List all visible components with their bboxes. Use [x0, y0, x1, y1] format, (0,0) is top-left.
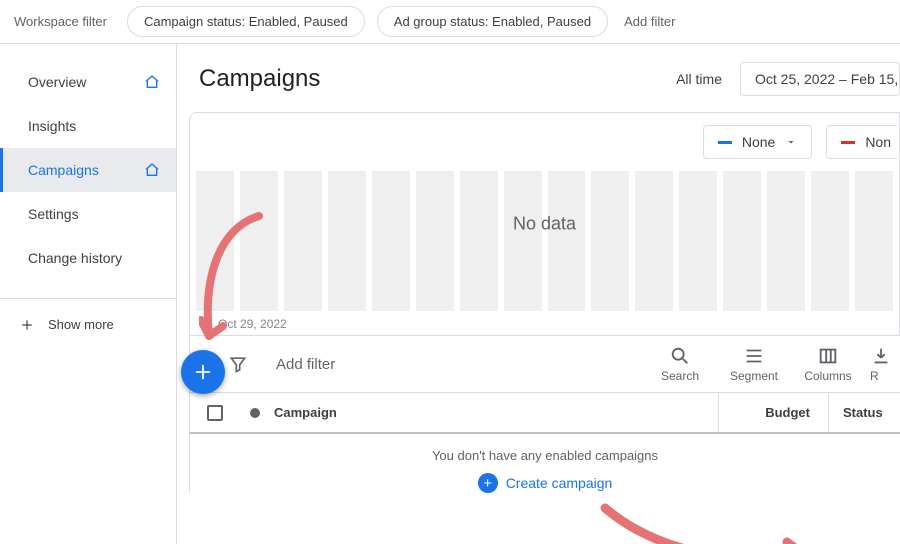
- create-campaign-label: Create campaign: [506, 475, 613, 491]
- toolbar-label: Columns: [804, 369, 851, 383]
- annotation-arrow-2: [597, 500, 827, 544]
- series-selector-2[interactable]: Non: [826, 125, 897, 159]
- main-area: Campaigns All time Oct 25, 2022 – Feb 15…: [177, 44, 900, 544]
- plus-icon: [20, 318, 34, 332]
- workspace-filter-bar: Workspace filter Campaign status: Enable…: [0, 0, 900, 44]
- series-selector-1[interactable]: None: [703, 125, 812, 159]
- create-campaign-link[interactable]: + Create campaign: [190, 473, 900, 493]
- plus-circle-icon: +: [478, 473, 498, 493]
- chart-card: None Non No data Oct 29, 2022: [189, 112, 900, 336]
- sidebar-show-more[interactable]: Show more: [0, 307, 176, 342]
- sidebar-item-overview[interactable]: Overview: [0, 60, 176, 104]
- sidebar: Overview Insights Campaigns Settings Cha…: [0, 44, 177, 544]
- toolbar-search[interactable]: Search: [648, 345, 712, 383]
- col-status[interactable]: Status: [828, 393, 900, 432]
- columns-icon: [817, 345, 839, 367]
- sidebar-divider: [0, 298, 176, 299]
- series-label-1: None: [742, 134, 775, 150]
- sidebar-item-label: Settings: [28, 206, 79, 222]
- segment-icon: [743, 345, 765, 367]
- empty-state: You don't have any enabled campaigns + C…: [189, 434, 900, 493]
- sidebar-show-more-label: Show more: [48, 317, 114, 332]
- toolbar-label: Search: [661, 369, 699, 383]
- table-toolbar: Add filter Search Segment Columns R: [189, 336, 900, 392]
- sidebar-item-insights[interactable]: Insights: [0, 104, 176, 148]
- toolbar-label: Segment: [730, 369, 778, 383]
- chevron-down-icon: [785, 136, 797, 148]
- series-swatch-1: [718, 141, 732, 144]
- page-title: Campaigns: [199, 65, 320, 93]
- chart-no-data: No data: [513, 214, 576, 235]
- main-header: Campaigns All time Oct 25, 2022 – Feb 15…: [177, 44, 900, 112]
- sidebar-item-label: Change history: [28, 250, 122, 266]
- sidebar-item-label: Insights: [28, 118, 76, 134]
- filter-chip-adgroup-status[interactable]: Ad group status: Enabled, Paused: [377, 6, 608, 37]
- plus-icon: [192, 361, 214, 383]
- chart-body: [190, 171, 899, 311]
- series-swatch-2: [841, 141, 855, 144]
- home-icon: [144, 162, 160, 178]
- workspace-filter-label: Workspace filter: [14, 14, 107, 29]
- add-filter-link[interactable]: Add filter: [624, 14, 675, 29]
- select-all-checkbox[interactable]: [190, 405, 240, 421]
- col-campaign[interactable]: Campaign: [270, 405, 718, 420]
- home-icon: [144, 74, 160, 90]
- col-budget[interactable]: Budget: [718, 393, 828, 432]
- table-header: Campaign Budget Status: [189, 392, 900, 434]
- toolbar-columns[interactable]: Columns: [796, 345, 860, 383]
- filter-icon[interactable]: [228, 354, 248, 374]
- empty-message: You don't have any enabled campaigns: [190, 448, 900, 463]
- sidebar-item-change-history[interactable]: Change history: [0, 236, 176, 280]
- time-preset-alltime[interactable]: All time: [676, 71, 722, 87]
- search-icon: [669, 345, 691, 367]
- status-dot-header[interactable]: [240, 408, 270, 418]
- sidebar-item-label: Overview: [28, 74, 86, 90]
- filter-chip-campaign-status[interactable]: Campaign status: Enabled, Paused: [127, 6, 365, 37]
- toolbar-segment[interactable]: Segment: [722, 345, 786, 383]
- new-campaign-fab[interactable]: [181, 350, 225, 394]
- toolbar-label: R: [870, 369, 879, 383]
- date-range-picker[interactable]: Oct 25, 2022 – Feb 15,: [740, 62, 900, 96]
- sidebar-item-label: Campaigns: [28, 162, 99, 178]
- chart-start-date: Oct 29, 2022: [218, 317, 287, 331]
- sidebar-item-campaigns[interactable]: Campaigns: [0, 148, 176, 192]
- table-add-filter[interactable]: Add filter: [276, 356, 648, 373]
- series-label-2: Non: [865, 134, 891, 150]
- download-icon: [870, 345, 892, 367]
- sidebar-item-settings[interactable]: Settings: [0, 192, 176, 236]
- toolbar-reports[interactable]: R: [870, 345, 900, 383]
